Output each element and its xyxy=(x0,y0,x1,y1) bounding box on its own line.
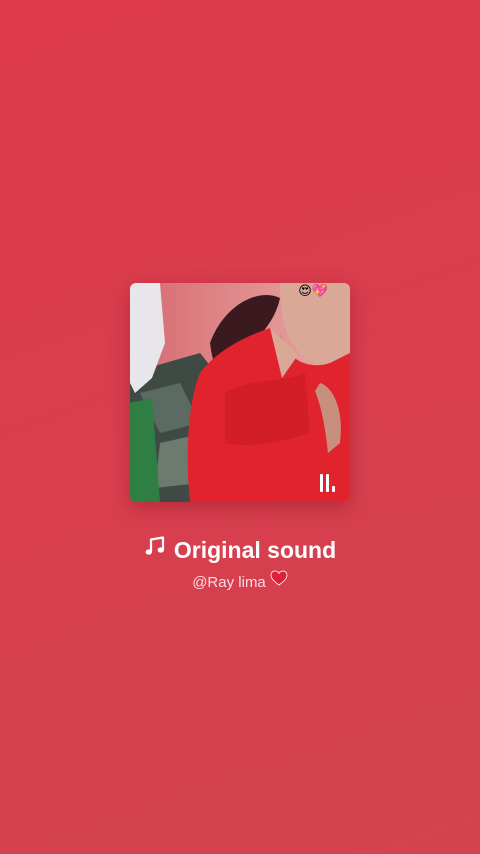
album-cover[interactable]: 😍💖 xyxy=(130,283,350,502)
track-author-row: @Ray lima xyxy=(0,570,480,594)
track-title[interactable]: Original sound xyxy=(174,537,336,563)
red-heart-icon xyxy=(270,570,288,593)
cover-image xyxy=(130,283,350,502)
equalizer-bars-icon xyxy=(318,470,338,492)
music-note-icon xyxy=(144,533,166,565)
track-author[interactable]: @Ray lima xyxy=(192,574,266,591)
overlay-emoji: 😍💖 xyxy=(298,283,328,298)
track-title-row: Original sound xyxy=(0,534,480,566)
